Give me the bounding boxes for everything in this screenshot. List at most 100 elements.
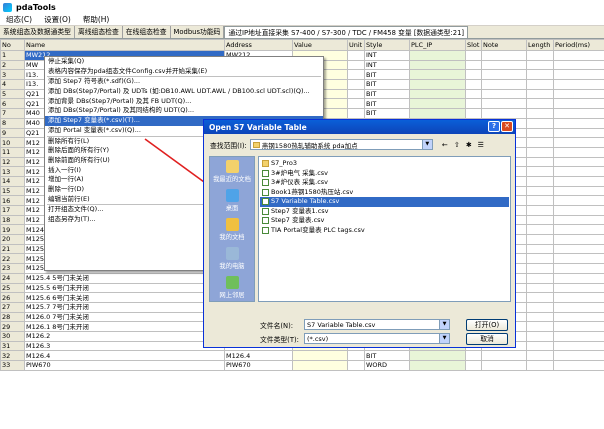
cell-name[interactable]: M126.2 [24, 330, 225, 342]
cell-note[interactable] [481, 69, 527, 81]
cell-no[interactable]: 11 [0, 146, 25, 158]
cell-plc-ip[interactable] [409, 98, 466, 110]
cell-plc-ip[interactable] [409, 350, 466, 361]
cell-period[interactable] [553, 137, 604, 148]
col-header-length[interactable]: Length [526, 39, 554, 51]
cell-length[interactable] [526, 79, 554, 90]
cell-length[interactable] [526, 50, 554, 61]
cell-style[interactable]: INT [364, 59, 410, 71]
cell-length[interactable] [526, 350, 554, 361]
cell-no[interactable]: 18 [0, 214, 25, 226]
cell-length[interactable] [526, 243, 554, 255]
cell-style[interactable]: BIT [364, 69, 410, 81]
cell-period[interactable] [553, 79, 604, 90]
cell-no[interactable]: 27 [0, 301, 25, 313]
chevron-down-icon[interactable]: ▼ [439, 320, 449, 329]
file-list-item[interactable]: TIA Portal变量表 PLC tags.csv [260, 226, 509, 236]
cell-period[interactable] [553, 185, 604, 197]
table-row[interactable]: 32 M126.4 M126.4 BIT [0, 350, 604, 361]
cell-length[interactable] [526, 234, 554, 245]
cancel-button[interactable]: 取消 [466, 333, 508, 345]
cell-no[interactable]: 14 [0, 175, 25, 187]
chevron-down-icon[interactable]: ▼ [439, 334, 449, 343]
cell-length[interactable] [526, 156, 554, 168]
cell-length[interactable] [526, 59, 554, 71]
cell-unit[interactable] [347, 79, 365, 90]
cell-length[interactable] [526, 69, 554, 81]
cell-unit[interactable] [347, 108, 365, 119]
cell-unit[interactable] [347, 360, 365, 371]
cell-note[interactable] [481, 79, 527, 90]
cell-length[interactable] [526, 205, 554, 216]
cell-length[interactable] [526, 175, 554, 187]
col-header-name[interactable]: Name [24, 39, 225, 51]
cell-plc-ip[interactable] [409, 79, 466, 90]
cell-no[interactable]: 29 [0, 321, 25, 332]
cell-no[interactable]: 2 [0, 59, 25, 71]
cell-style[interactable]: BIT [364, 108, 410, 119]
menu-config[interactable]: 组态(C) [0, 14, 38, 25]
cell-plc-ip[interactable] [409, 360, 466, 371]
close-icon[interactable]: ✕ [501, 121, 513, 132]
cell-no[interactable]: 21 [0, 243, 25, 255]
cell-period[interactable] [553, 321, 604, 332]
cell-no[interactable]: 3 [0, 69, 25, 81]
cell-length[interactable] [526, 263, 554, 274]
cell-name[interactable]: M126.3 [24, 340, 225, 352]
cell-no[interactable]: 7 [0, 108, 25, 119]
cell-no[interactable]: 30 [0, 330, 25, 342]
col-header-slot[interactable]: Slot [465, 39, 482, 51]
cell-length[interactable] [526, 272, 554, 284]
cell-period[interactable] [553, 282, 604, 294]
cell-length[interactable] [526, 88, 554, 100]
cell-note[interactable] [481, 350, 527, 361]
look-in-combo[interactable]: 燕钢1580热轧辅助系统 pda加点 ▼ [249, 139, 433, 150]
cell-no[interactable]: 4 [0, 79, 25, 90]
view-menu-icon[interactable]: ☰ [476, 140, 486, 150]
cell-no[interactable]: 17 [0, 205, 25, 216]
place-recent[interactable]: 我最近的文档 [210, 157, 254, 186]
cell-style[interactable]: INT [364, 50, 410, 61]
cell-style[interactable]: BIT [364, 98, 410, 110]
cell-no[interactable]: 25 [0, 282, 25, 294]
cell-period[interactable] [553, 253, 604, 265]
tab-offline-check[interactable]: 离线组态检查 [75, 26, 123, 38]
cell-length[interactable] [526, 321, 554, 332]
col-header-address[interactable]: Address [224, 39, 293, 51]
help-icon[interactable]: ? [488, 121, 500, 132]
cell-length[interactable] [526, 224, 554, 236]
cell-period[interactable] [553, 175, 604, 187]
context-menu-item[interactable]: 添加 DBs(Step7/Portal) 及 UDTs (如:DB10.AWL … [45, 87, 323, 97]
cell-period[interactable] [553, 214, 604, 226]
cell-note[interactable] [481, 88, 527, 100]
menu-help[interactable]: 帮助(H) [77, 14, 116, 25]
col-header-no[interactable]: No [0, 39, 25, 51]
cell-period[interactable] [553, 301, 604, 313]
cell-name[interactable]: M126.4 [24, 350, 225, 361]
cell-length[interactable] [526, 117, 554, 129]
cell-period[interactable] [553, 360, 604, 371]
cell-length[interactable] [526, 146, 554, 158]
context-menu-item[interactable]: 添加 DBs(Step7/Portal) 及其同结构的 UDT(Q)... [45, 106, 323, 116]
tab-modbus[interactable]: Modbus功能码 [171, 26, 225, 38]
cell-length[interactable] [526, 98, 554, 110]
col-header-plc-ip[interactable]: PLC_IP [409, 39, 466, 51]
cell-name[interactable]: M125.7 7号门未开闭 [24, 301, 225, 313]
cell-period[interactable] [553, 263, 604, 274]
context-menu-item[interactable]: 表格内容保存为pda组态文件Config.csv并开始采集(E) [45, 67, 323, 77]
cell-period[interactable] [553, 350, 604, 361]
col-header-note[interactable]: Note [481, 39, 527, 51]
filename-input[interactable]: S7 Variable Table.csv ▼ [304, 319, 450, 330]
cell-style[interactable]: WORD [364, 360, 410, 371]
cell-unit[interactable] [347, 88, 365, 100]
up-folder-icon[interactable]: ⇧ [452, 140, 462, 150]
cell-period[interactable] [553, 98, 604, 110]
file-list-item[interactable]: S7 Variable Table.csv [260, 197, 509, 207]
chevron-down-icon[interactable]: ▼ [421, 140, 432, 149]
cell-period[interactable] [553, 243, 604, 255]
filetype-select[interactable]: (*.csv) ▼ [304, 333, 450, 344]
cell-slot[interactable] [465, 79, 482, 90]
cell-name[interactable]: M125.6 6号门未关闭 [24, 292, 225, 303]
cell-value[interactable] [292, 350, 348, 361]
place-my-documents[interactable]: 我的文档 [210, 215, 254, 244]
